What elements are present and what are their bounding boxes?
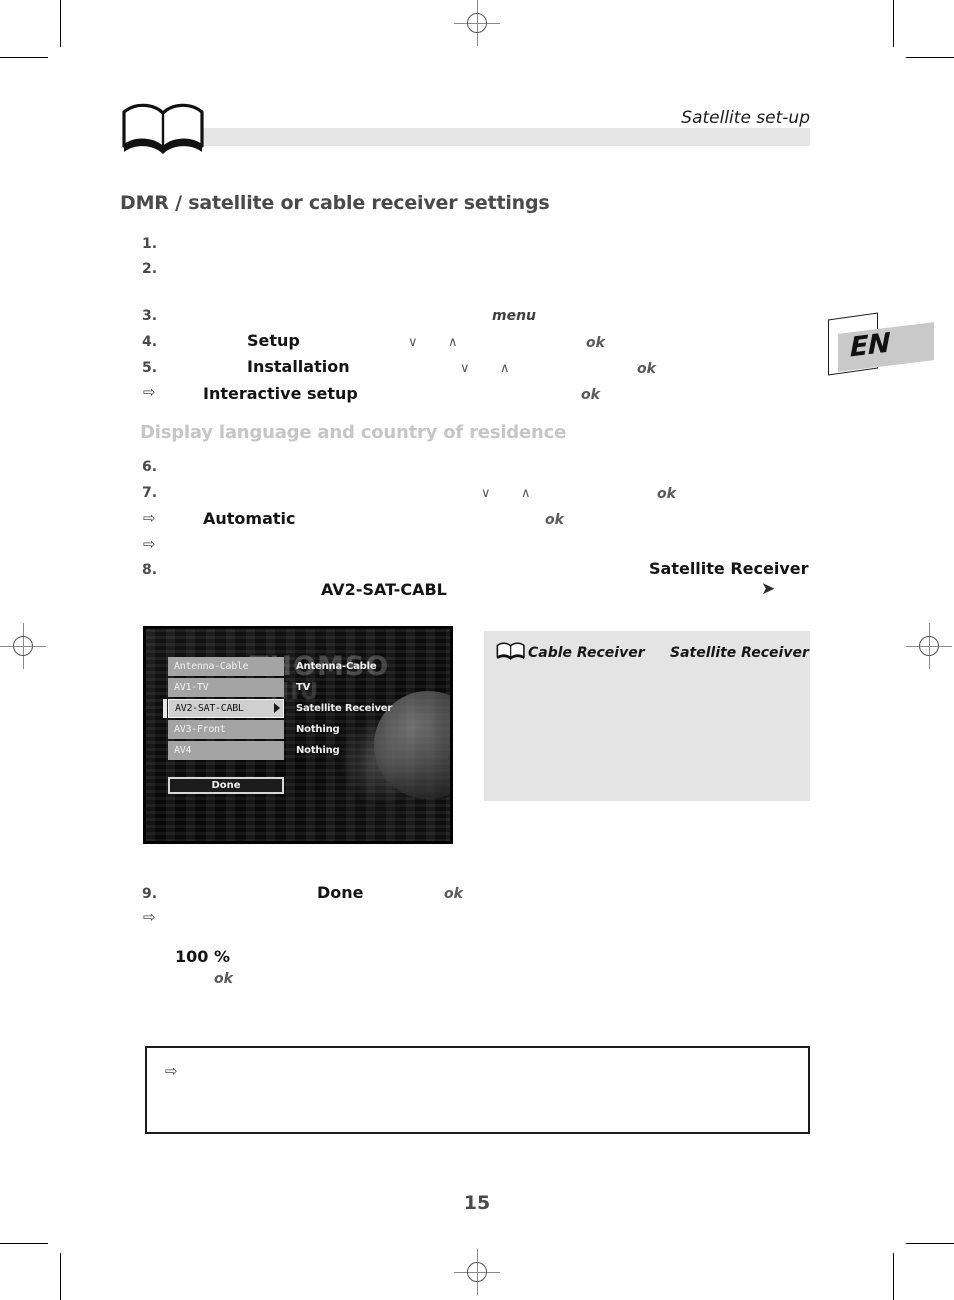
keyword-done: Done <box>317 883 364 902</box>
step-number-4: 4. <box>142 334 158 350</box>
keyword-ok-interactive: ok <box>581 387 600 403</box>
keyword-ok-step5: ok <box>637 361 656 377</box>
chevron-down-icon: ∨ <box>408 335 418 350</box>
tv-menu-row[interactable]: AV4 Nothing <box>168 741 430 761</box>
tv-assignment-label: Antenna-Cable <box>296 661 377 672</box>
sub-step-arrow-icon: ⇨ <box>143 535 156 553</box>
sub-step-arrow-icon: ⇨ <box>143 908 156 926</box>
keyword-ok-final: ok <box>214 971 233 987</box>
header-rule <box>196 128 810 146</box>
selection-arrow-icon <box>274 703 280 713</box>
language-code-label: EN <box>850 327 891 364</box>
keyword-interactive-setup: Interactive setup <box>203 384 358 403</box>
tv-menu-row-selected[interactable]: AV2-SAT-CABL Satellite Receiver <box>163 699 430 719</box>
tv-source-label: AV2-SAT-CABL <box>168 699 284 718</box>
chevron-down-icon: ∨ <box>460 361 470 376</box>
keyword-automatic: Automatic <box>203 509 296 528</box>
step-number-6: 6. <box>142 459 158 475</box>
tv-done-button[interactable]: Done <box>168 777 284 794</box>
note-keyword-cable-receiver: Cable Receiver <box>528 645 645 661</box>
keyword-av2-sat-cabl: AV2-SAT-CABL <box>321 580 447 599</box>
step-number-7: 7. <box>142 485 158 501</box>
step-number-9: 9. <box>142 886 158 902</box>
keyword-ok-automatic: ok <box>545 512 564 528</box>
tv-source-label: AV4 <box>168 741 284 760</box>
header-title: Satellite set-up <box>681 108 810 128</box>
keyword-satellite-receiver: Satellite Receiver <box>649 559 809 578</box>
page-title: DMR / satellite or cable receiver settin… <box>120 192 550 214</box>
chevron-up-icon: ∧ <box>500 361 510 376</box>
chevron-down-icon: ∨ <box>481 486 491 501</box>
keyword-installation: Installation <box>247 357 350 376</box>
keyword-setup: Setup <box>247 331 300 350</box>
tv-menu-row[interactable]: AV1-TV TV <box>168 678 430 698</box>
tv-menu-row[interactable]: Antenna-Cable Antenna-Cable <box>168 657 430 677</box>
chevron-up-icon: ∧ <box>521 486 531 501</box>
keyword-ok-step9: ok <box>444 886 463 902</box>
chevron-right-icon: ➤ <box>761 579 776 599</box>
note-keyword-satellite-receiver: Satellite Receiver <box>670 645 809 661</box>
tip-box: ⇨ <box>145 1046 810 1134</box>
tv-source-label: AV1-TV <box>168 678 284 697</box>
tv-assignment-label: Nothing <box>296 724 340 735</box>
tv-source-menu: Antenna-Cable Antenna-Cable AV1-TV TV AV… <box>163 657 430 762</box>
sub-step-arrow-icon: ⇨ <box>143 383 156 401</box>
keyword-ok-step4: ok <box>586 335 605 351</box>
language-tab: EN <box>828 312 936 384</box>
step-number-5: 5. <box>142 360 158 376</box>
step-number-8: 8. <box>142 562 158 578</box>
document-page: Satellite set-up EN DMR / satellite or c… <box>0 0 954 1300</box>
keyword-ok-step7: ok <box>657 486 676 502</box>
tv-menu-row[interactable]: AV3-Front Nothing <box>168 720 430 740</box>
tv-assignment-label: Satellite Receiver <box>296 703 393 714</box>
chevron-up-icon: ∧ <box>448 335 458 350</box>
step-number-3: 3. <box>142 308 158 324</box>
open-book-icon <box>122 103 204 154</box>
tv-screenshot: THOMSO NIU Antenna-Cable Antenna-Cable A… <box>143 626 453 844</box>
step-number-2: 2. <box>142 261 158 277</box>
open-book-icon <box>496 642 525 660</box>
tv-source-label: Antenna-Cable <box>168 657 284 676</box>
tv-assignment-label: TV <box>296 682 311 693</box>
keyword-100-percent: 100 % <box>175 947 230 966</box>
page-number: 15 <box>463 1192 491 1214</box>
note-box: Cable Receiver Satellite Receiver <box>484 631 810 801</box>
section-subheading: Display language and country of residenc… <box>140 422 567 443</box>
tv-assignment-label: Nothing <box>296 745 340 756</box>
step-number-1: 1. <box>142 236 158 252</box>
sub-step-arrow-icon: ⇨ <box>143 509 156 527</box>
keyword-menu: menu <box>492 308 537 324</box>
tv-source-label: AV3-Front <box>168 720 284 739</box>
tip-arrow-icon: ⇨ <box>165 1062 178 1080</box>
